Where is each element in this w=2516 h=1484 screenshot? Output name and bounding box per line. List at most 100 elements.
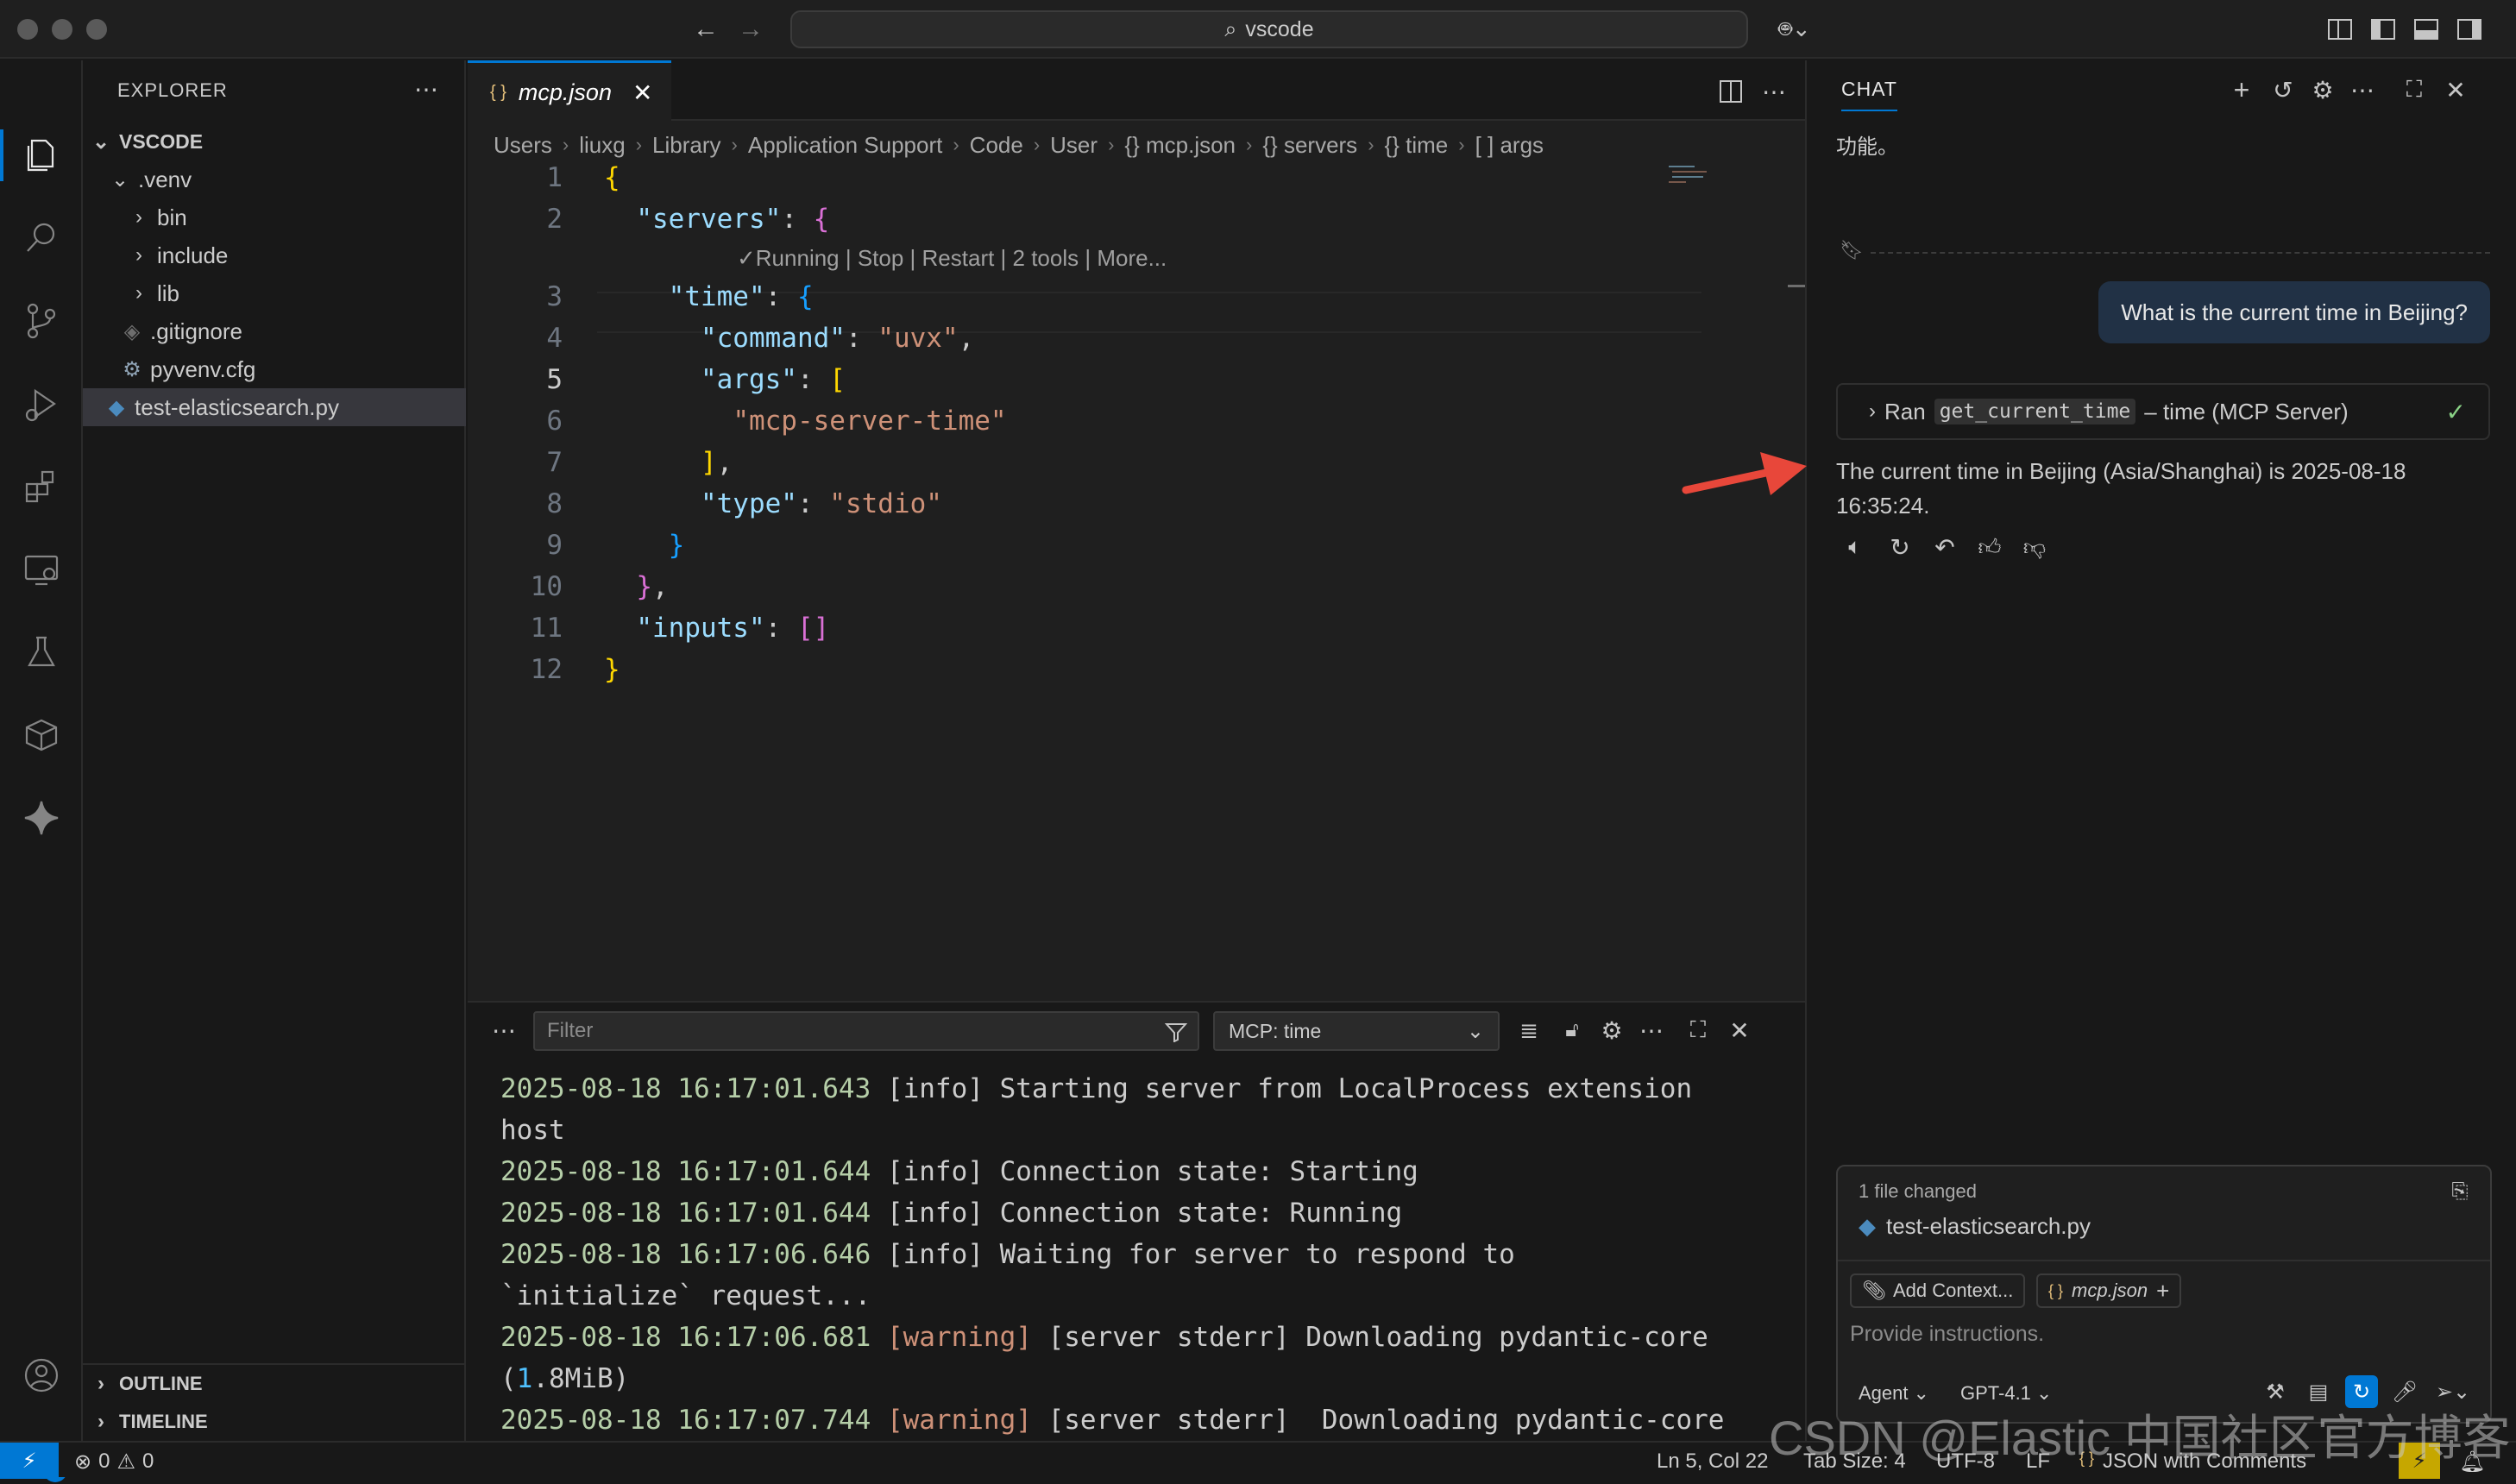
tree-item-test-elasticsearch[interactable]: ◆ test-elasticsearch.py bbox=[83, 388, 466, 426]
outline-title: OUTLINE bbox=[119, 1373, 203, 1394]
extensions-icon[interactable] bbox=[16, 461, 67, 512]
remote-explorer-icon[interactable] bbox=[16, 544, 67, 595]
add-icon[interactable]: + bbox=[2156, 1278, 2169, 1305]
tree-item-pyvenv[interactable]: ⚙ pyvenv.cfg bbox=[83, 350, 466, 388]
clear-output-icon[interactable]: ≣ bbox=[1513, 1015, 1544, 1046]
tree-item-gitignore[interactable]: ◈ .gitignore bbox=[83, 312, 466, 350]
breadcrumb-item[interactable]: {} servers bbox=[1262, 132, 1357, 159]
changed-file-item[interactable]: ◆ test-elasticsearch.py bbox=[1859, 1213, 2091, 1240]
working-set: 1 file changed ⎘ ◆ test-elasticsearch.py bbox=[1838, 1166, 2490, 1261]
output-channel-select[interactable]: MCP: time ⌄ bbox=[1213, 1011, 1500, 1051]
view-changes-icon[interactable]: ⎘ bbox=[2445, 1177, 2475, 1206]
gear-icon[interactable]: ⚙ bbox=[2307, 74, 2338, 105]
retry-icon[interactable]: ↻ bbox=[1884, 531, 1915, 563]
layout-customize-icon[interactable] bbox=[2326, 16, 2354, 43]
accounts-icon[interactable] bbox=[16, 1349, 67, 1401]
tree-item-label: .gitignore bbox=[150, 318, 242, 344]
toggle-sidebar-icon[interactable] bbox=[2369, 16, 2397, 43]
remote-indicator-icon[interactable]: ⚡︎ bbox=[0, 1443, 59, 1479]
new-chat-icon[interactable]: + bbox=[2226, 74, 2257, 105]
tree-item-bin[interactable]: › bin bbox=[83, 198, 466, 236]
line-number: 4 bbox=[546, 323, 563, 354]
read-aloud-icon[interactable]: 🔈︎ bbox=[1840, 531, 1871, 563]
toggle-panel-icon[interactable] bbox=[2412, 16, 2440, 43]
error-count: 0 bbox=[98, 1449, 110, 1473]
log-line: 2025-08-18 16:17:01.644 [info] Connectio… bbox=[500, 1156, 1418, 1187]
containers-icon[interactable] bbox=[16, 709, 67, 761]
chat-input[interactable]: Provide instructions. bbox=[1850, 1322, 2044, 1347]
tree-item-include[interactable]: › include bbox=[83, 236, 466, 274]
tool-invocation[interactable]: › Ran get_current_time – time (MCP Serve… bbox=[1836, 383, 2490, 440]
cursor-position[interactable]: Ln 5, Col 22 bbox=[1657, 1449, 1768, 1474]
run-debug-icon[interactable] bbox=[16, 378, 67, 430]
toggle-secondary-sidebar-icon[interactable] bbox=[2456, 16, 2483, 43]
channel-label: MCP: time bbox=[1229, 1019, 1322, 1042]
split-editor-icon[interactable] bbox=[1715, 76, 1746, 107]
tab-mcp-json[interactable]: { } mcp.json ✕ bbox=[468, 60, 671, 123]
workspace-root[interactable]: ⌄ VSCODE bbox=[83, 123, 466, 160]
source-control-icon[interactable] bbox=[16, 295, 67, 347]
forward-arrow-icon[interactable]: → bbox=[735, 14, 766, 45]
overview-ruler-mark bbox=[1788, 285, 1805, 287]
more-icon[interactable]: ⋯ bbox=[2347, 74, 2378, 105]
line-number: 1 bbox=[546, 162, 563, 193]
tree-item-lib[interactable]: › lib bbox=[83, 274, 466, 312]
outline-section[interactable]: › OUTLINE bbox=[83, 1365, 466, 1403]
breadcrumb-item[interactable]: liuxg bbox=[579, 132, 625, 159]
breadcrumb-item[interactable]: {} mcp.json bbox=[1124, 132, 1236, 159]
zoom-window-button[interactable] bbox=[86, 19, 107, 40]
maximize-panel-icon[interactable]: ⛶ bbox=[1683, 1015, 1714, 1046]
timeline-section[interactable]: › TIMELINE bbox=[83, 1403, 466, 1441]
more-icon[interactable]: ⋯ bbox=[1636, 1015, 1667, 1046]
bookmark-icon[interactable]: 🔖︎ bbox=[1840, 238, 1864, 262]
context-file-chip[interactable]: { } mcp.json + bbox=[2036, 1273, 2182, 1308]
breadcrumb-item[interactable]: Library bbox=[652, 132, 720, 159]
maximize-icon[interactable]: ⛶ bbox=[2399, 74, 2430, 105]
explorer-icon[interactable] bbox=[16, 129, 67, 181]
tab-label: mcp.json bbox=[518, 79, 612, 105]
breadcrumb-item[interactable]: Application Support bbox=[748, 132, 942, 159]
lock-scroll-icon[interactable]: 🔓︎ bbox=[1557, 1015, 1588, 1046]
line-number: 5 bbox=[546, 364, 563, 395]
add-context-button[interactable]: 📎︎ Add Context... bbox=[1850, 1273, 2026, 1308]
undo-icon[interactable]: ↶ bbox=[1929, 531, 1960, 563]
breadcrumb-item[interactable]: [ ] args bbox=[1475, 132, 1544, 159]
command-center-search[interactable]: ⌕ vscode bbox=[790, 10, 1748, 48]
back-arrow-icon[interactable]: ← bbox=[690, 14, 721, 45]
code-line: "mcp-server-time" bbox=[733, 406, 1007, 437]
thumbs-up-icon[interactable]: 👍︎ bbox=[1974, 531, 2005, 563]
history-icon[interactable]: ↺ bbox=[2268, 74, 2299, 105]
explorer-sidebar: EXPLORER ⋯ ⌄ VSCODE ⌄ .venv › bin › include … bbox=[83, 60, 466, 1441]
line-number: 2 bbox=[546, 204, 563, 235]
gear-icon[interactable]: ⚙ bbox=[1596, 1015, 1627, 1046]
breadcrumb-item[interactable]: User bbox=[1050, 132, 1098, 159]
tree-item-venv[interactable]: ⌄ .venv bbox=[83, 160, 466, 198]
git-diamond-icon: ◈ bbox=[123, 319, 141, 343]
close-window-button[interactable] bbox=[17, 19, 38, 40]
chevron-down-icon: ⌄ bbox=[91, 129, 110, 154]
breadcrumb-item[interactable]: {} time bbox=[1385, 132, 1449, 159]
chat-title: CHAT bbox=[1841, 78, 1897, 111]
editor-more-icon[interactable]: ⋯ bbox=[1758, 76, 1790, 107]
copilot-sparkle-icon[interactable] bbox=[16, 792, 67, 844]
output-filter-input[interactable]: Filter bbox=[533, 1011, 1199, 1051]
thumbs-down-icon[interactable]: 👎︎ bbox=[2019, 531, 2050, 563]
close-tab-icon[interactable]: ✕ bbox=[632, 79, 652, 107]
testing-icon[interactable] bbox=[16, 626, 67, 678]
copilot-icon[interactable]: 🤖︎⌄ bbox=[1769, 14, 1821, 45]
code-line: "type": "stdio" bbox=[700, 488, 942, 519]
minimize-window-button[interactable] bbox=[52, 19, 72, 40]
close-icon[interactable]: ✕ bbox=[2440, 74, 2471, 105]
panel-more-icon[interactable]: ⋯ bbox=[488, 1015, 519, 1046]
more-actions-icon[interactable]: ⋯ bbox=[409, 76, 443, 103]
breadcrumb-item[interactable]: Code bbox=[970, 132, 1023, 159]
search-icon[interactable] bbox=[16, 212, 67, 264]
problems-indicator[interactable]: ⊗ 0 ⚠ 0 bbox=[74, 1449, 154, 1475]
chevron-right-icon: › bbox=[1869, 399, 1876, 423]
minimap[interactable] bbox=[1667, 162, 1719, 197]
mcp-codelens[interactable]: ✓Running | Stop | Restart | 2 tools | Mo… bbox=[737, 245, 1167, 272]
workspace-name: VSCODE bbox=[119, 129, 204, 153]
close-panel-icon[interactable]: ✕ bbox=[1724, 1015, 1755, 1046]
breadcrumb-item[interactable]: Users bbox=[494, 132, 552, 159]
title-bar: ← → ⌕ vscode 🤖︎⌄ bbox=[0, 0, 2516, 59]
